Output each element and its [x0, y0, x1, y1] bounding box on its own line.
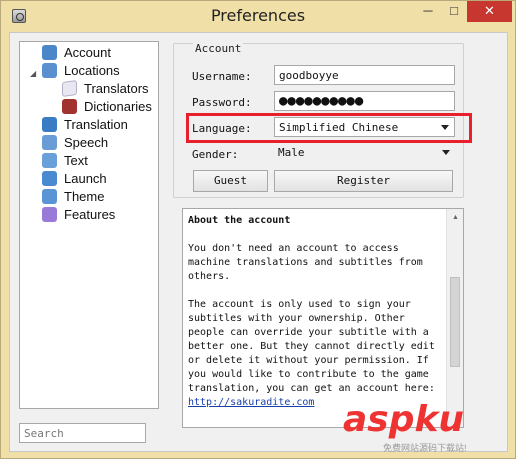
- register-button[interactable]: Register: [274, 170, 453, 192]
- sidebar-item-label: Dictionaries: [84, 99, 152, 114]
- language-select[interactable]: Simplified Chinese: [274, 117, 455, 137]
- translation-icon: [42, 117, 57, 132]
- sidebar-item-label: Speech: [64, 135, 109, 150]
- maximize-button[interactable]: □: [441, 1, 467, 22]
- minimize-button[interactable]: ─: [415, 1, 441, 22]
- sidebar-item-label: Locations: [64, 63, 120, 78]
- chevron-down-icon: [442, 150, 450, 155]
- account-info-box: About the account You don't need an acco…: [182, 208, 464, 428]
- gender-label: Gender:: [192, 148, 239, 161]
- speech-icon: [42, 135, 57, 150]
- features-icon: [42, 207, 57, 222]
- vertical-scrollbar[interactable]: ▲: [446, 209, 463, 427]
- translators-icon: [62, 79, 77, 98]
- launch-icon: [42, 171, 57, 186]
- scroll-up-icon[interactable]: ▲: [452, 214, 459, 221]
- account-icon: [42, 45, 57, 60]
- account-group-title: Account: [193, 42, 244, 55]
- client-area: Account ◢ Locations Translators Dictiona…: [9, 32, 508, 452]
- collapse-arrow-icon[interactable]: ◢: [30, 69, 36, 78]
- sidebar-item-label: Features: [64, 207, 116, 222]
- info-paragraph-2: The account is only used to sign your su…: [188, 299, 435, 394]
- register-link[interactable]: http://sakuradite.com: [188, 397, 314, 408]
- text-icon: [42, 153, 57, 168]
- dictionaries-icon: [62, 99, 77, 114]
- info-paragraph-1: You don't need an account to access mach…: [188, 243, 423, 282]
- username-field[interactable]: goodboyye: [274, 65, 455, 85]
- preferences-window: Preferences ─ □ ✕ Account ◢ Locations Tr…: [0, 0, 516, 459]
- sidebar-item-label: Translation: [64, 117, 128, 132]
- language-select-value: Simplified Chinese: [279, 121, 399, 134]
- gender-select-value: Male: [278, 146, 305, 159]
- gender-select[interactable]: Male: [274, 143, 455, 163]
- title-bar[interactable]: Preferences ─ □ ✕: [1, 1, 515, 32]
- password-field[interactable]: ●●●●●●●●●●: [274, 91, 455, 111]
- scrollbar-thumb[interactable]: [450, 277, 460, 367]
- watermark-subtitle: 免费网站源码下载站!: [383, 443, 467, 453]
- sidebar-item-label: Translators: [84, 81, 149, 96]
- sidebar-item-label: Theme: [64, 189, 105, 204]
- locations-icon: [42, 63, 57, 78]
- close-button[interactable]: ✕: [467, 1, 512, 22]
- chevron-down-icon: [441, 125, 449, 130]
- theme-icon: [42, 189, 57, 204]
- watermark-logo: aspku: [343, 399, 465, 440]
- sidebar-tree[interactable]: Account ◢ Locations Translators Dictiona…: [19, 41, 159, 409]
- info-text: About the account You don't need an acco…: [188, 214, 442, 410]
- password-label: Password:: [192, 96, 252, 109]
- username-label: Username:: [192, 70, 252, 83]
- sidebar-item-label: Account: [64, 45, 111, 60]
- search-input[interactable]: Search: [19, 423, 146, 443]
- guest-button[interactable]: Guest: [193, 170, 268, 192]
- language-label: Language:: [192, 122, 252, 135]
- info-heading: About the account: [188, 215, 291, 226]
- sidebar-item-label: Text: [64, 153, 88, 168]
- sidebar-item-label: Launch: [64, 171, 107, 186]
